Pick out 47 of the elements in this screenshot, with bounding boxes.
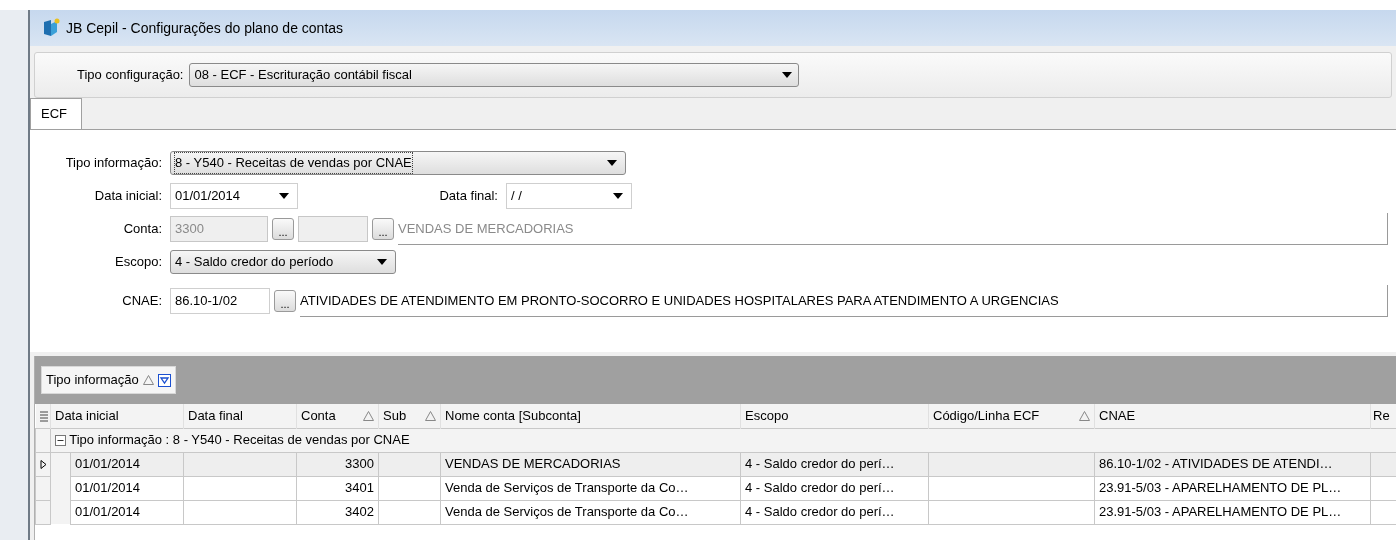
app-logo-icon: [42, 18, 60, 38]
table-cell: 01/01/2014: [70, 500, 184, 524]
table-cell: 01/01/2014: [70, 452, 184, 476]
cnae-field[interactable]: 86.10-1/02: [170, 288, 270, 314]
field-label: Tipo configuração:: [77, 66, 184, 85]
end-date-field[interactable]: / /: [506, 183, 632, 209]
field-label: Escopo:: [114, 253, 163, 272]
field-label: Data inicial:: [93, 187, 163, 206]
table-cell: 01/01/2014: [70, 476, 184, 500]
browse-button[interactable]: ...: [274, 290, 296, 312]
group-by-chip[interactable]: Tipo informação: [41, 366, 176, 394]
configuration-dropdown[interactable]: 08 - ECF - Escrituração contábil fiscal: [189, 63, 800, 87]
field-label: CNAE:: [121, 292, 163, 311]
field-label: Conta:: [122, 220, 163, 239]
dropdown-arrow-icon: [607, 160, 617, 166]
subaccount-field[interactable]: [298, 216, 368, 242]
table-cell: 3402: [296, 500, 379, 524]
dropdown-arrow-icon: [377, 259, 387, 265]
filter-icon[interactable]: [157, 373, 171, 387]
table-cell: Venda de Serviços de Transporte da Co…: [440, 476, 741, 500]
table-cell: 3401: [296, 476, 379, 500]
table-cell: 86.10-1/02 - ATIVIDADES DE ATENDI…: [1094, 452, 1371, 476]
tab[interactable]: ECF: [30, 97, 82, 129]
table-cell: 4 - Saldo credor do perí…: [740, 476, 929, 500]
field-label: Data final:: [438, 187, 499, 206]
account-description: VENDAS DE MERCADORIAS: [398, 219, 574, 238]
table-cell: 23.91-5/03 - APARELHAMENTO DE PL…: [1094, 500, 1371, 524]
start-date-field[interactable]: 01/01/2014: [170, 183, 298, 209]
table-cell: Venda de Serviços de Transporte da Co…: [440, 500, 741, 524]
column-chooser-icon[interactable]: [39, 411, 48, 423]
sort-icon[interactable]: [142, 375, 154, 385]
table-cell: 4 - Saldo credor do perí…: [740, 500, 929, 524]
sort-icon[interactable]: [363, 410, 374, 421]
dropdown-arrow-icon: [279, 193, 289, 199]
field-label: Tipo informação:: [64, 154, 163, 173]
table-cell: 23.91-5/03 - APARELHAMENTO DE PL…: [1094, 476, 1371, 500]
scope-dropdown[interactable]: 4 - Saldo credor do período: [170, 250, 396, 274]
table-cell: VENDAS DE MERCADORIAS: [440, 452, 741, 476]
cnae-description: ATIVIDADES DE ATENDIMENTO EM PRONTO-SOCORRO E UNIDADES HOSPITALARES PARA ATENDIMENTO A URGENCIAS: [300, 291, 1059, 310]
information-type-dropdown[interactable]: 8 - Y540 - Receitas de vendas por CNAE: [170, 151, 626, 175]
table-cell: 4 - Saldo credor do perí…: [740, 452, 929, 476]
dropdown-arrow-icon: [782, 72, 793, 78]
window-title: JB Cepil - Configurações do plano de contas: [66, 18, 344, 38]
sort-icon[interactable]: [1079, 410, 1090, 421]
collapse-icon[interactable]: [55, 434, 66, 446]
dropdown-arrow-icon: [613, 193, 623, 199]
sort-icon[interactable]: [425, 410, 436, 421]
